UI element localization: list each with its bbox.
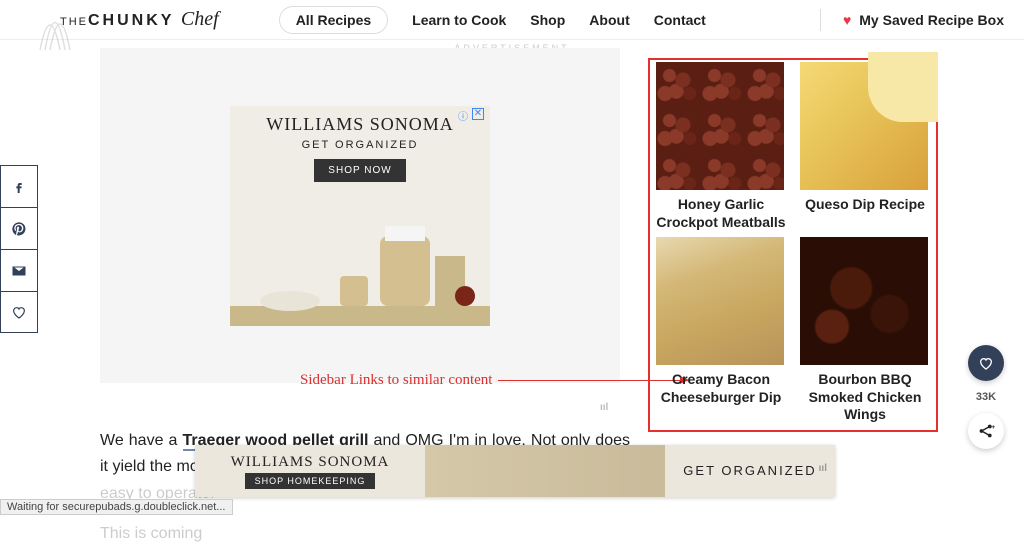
related-recipe-card[interactable]: Bourbon BBQ Smoked Chicken Wings [800, 237, 930, 424]
saved-recipe-box-link[interactable]: My Saved Recipe Box [859, 12, 1004, 28]
main-content: ADVERTISEMENT ⓘ ✕ WILLIAMS SONOMA GET OR… [100, 40, 924, 515]
heart-icon: ♥ [843, 12, 851, 28]
floating-save-button[interactable] [968, 345, 1004, 381]
header-right: ♥ My Saved Recipe Box [820, 9, 1004, 31]
bottom-ad-left: WILLIAMS SONOMA SHOP HOMEKEEPING [195, 454, 425, 489]
logo-chef: Chef [181, 8, 219, 30]
nav-about[interactable]: About [589, 12, 629, 28]
related-recipe-card[interactable]: Honey Garlic Crockpot Meatballs [656, 62, 786, 231]
share-count: 33K [976, 391, 996, 403]
inline-ad-container: ⓘ ✕ WILLIAMS SONOMA GET ORGANIZED SHOP N… [100, 48, 620, 383]
nav-all-recipes[interactable]: All Recipes [279, 6, 388, 34]
bottom-ad-cta[interactable]: SHOP HOMEKEEPING [245, 473, 376, 489]
adchoices-icon[interactable]: ⓘ [458, 108, 468, 123]
share-facebook-button[interactable] [0, 165, 38, 207]
recipe-thumbnail [656, 237, 784, 365]
svg-text:+: + [991, 424, 995, 431]
site-header: THECHUNKY Chef All Recipes Learn to Cook… [0, 0, 1024, 40]
recipe-title: Bourbon BBQ Smoked Chicken Wings [800, 371, 930, 424]
logo-chunky: CHUNKY [88, 12, 174, 29]
mediavine-icon: ııl [819, 463, 827, 474]
nav-contact[interactable]: Contact [654, 12, 706, 28]
mediavine-icon: ııl [600, 402, 608, 413]
bottom-ad-brand: WILLIAMS SONOMA [195, 454, 425, 471]
social-share-rail [0, 165, 38, 333]
nav-learn-to-cook[interactable]: Learn to Cook [412, 12, 506, 28]
annotation-text: Sidebar Links to similar content [300, 372, 492, 389]
ad-headline: GET ORGANIZED [230, 139, 490, 151]
recipe-thumbnail [800, 237, 928, 365]
related-recipe-card[interactable]: Queso Dip Recipe [800, 62, 930, 231]
share-pinterest-button[interactable] [0, 207, 38, 249]
recipe-thumbnail [656, 62, 784, 190]
recipe-title: Creamy Bacon Cheeseburger Dip [656, 371, 786, 406]
floating-share-widget: 33K + [968, 345, 1004, 449]
ad-brand: WILLIAMS SONOMA [230, 106, 490, 135]
primary-nav: All Recipes Learn to Cook Shop About Con… [279, 6, 706, 34]
ad-close-icon[interactable]: ✕ [472, 108, 484, 120]
sticky-bottom-ad[interactable]: WILLIAMS SONOMA SHOP HOMEKEEPING GET ORG… [195, 445, 835, 497]
article-paragraph-faded: This is coming [100, 521, 630, 547]
related-recipe-card[interactable]: Creamy Bacon Cheeseburger Dip [656, 237, 786, 424]
annotation-label: Sidebar Links to similar content [300, 372, 688, 389]
recipe-thumbnail [800, 62, 928, 190]
browser-status-bar: Waiting for securepubads.g.doubleclick.n… [0, 499, 233, 515]
whisk-decor-icon [30, 0, 90, 60]
ad-product-image [230, 206, 490, 326]
floating-share-button[interactable]: + [968, 413, 1004, 449]
recipe-title: Honey Garlic Crockpot Meatballs [656, 196, 786, 231]
related-recipes-sidebar: Honey Garlic Crockpot Meatballs Queso Di… [648, 58, 938, 432]
recipe-title: Queso Dip Recipe [800, 196, 930, 214]
ad-cta-button[interactable]: SHOP NOW [314, 159, 405, 182]
bottom-ad-image [425, 445, 665, 497]
share-email-button[interactable] [0, 249, 38, 291]
divider [820, 9, 821, 31]
williams-sonoma-ad[interactable]: ⓘ ✕ WILLIAMS SONOMA GET ORGANIZED SHOP N… [230, 106, 490, 326]
bottom-ad-headline: GET ORGANIZED [665, 463, 835, 480]
nav-shop[interactable]: Shop [530, 12, 565, 28]
save-heart-button[interactable] [0, 291, 38, 333]
